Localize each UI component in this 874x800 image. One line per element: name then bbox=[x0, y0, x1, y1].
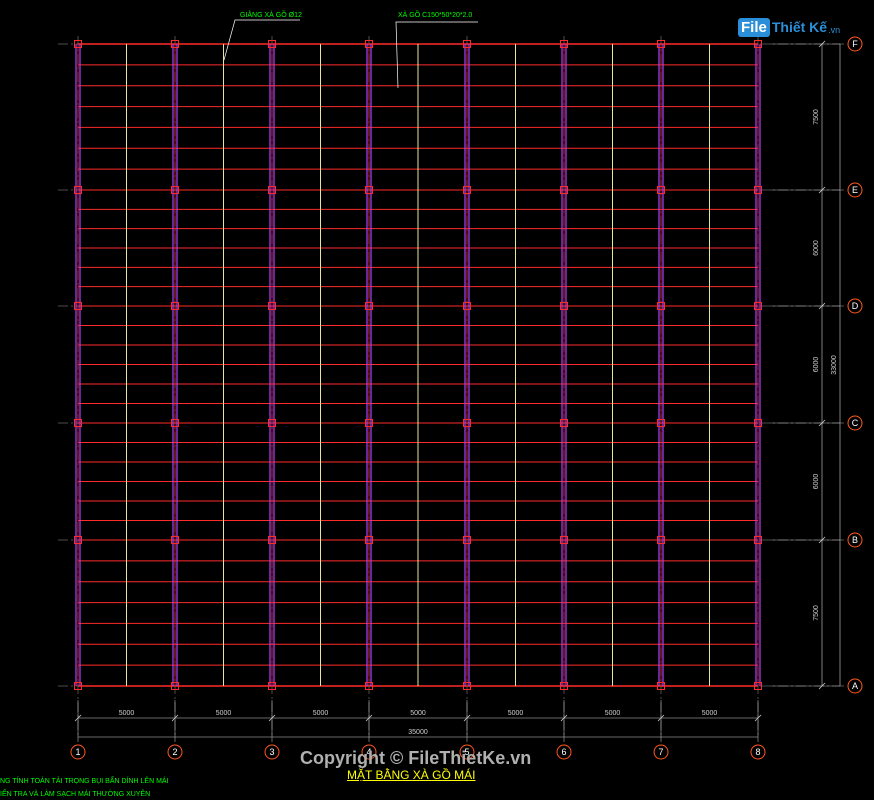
axis-label-3: 3 bbox=[269, 747, 274, 757]
axis-label-C: C bbox=[852, 418, 859, 428]
roof-purlin-plan: 5000 5000 5000 5000 5000 5000 5000 35000 7500 600… bbox=[58, 9, 863, 760]
dim-text-y-5: 7500 bbox=[813, 605, 820, 621]
dim-total-x: 35000 bbox=[408, 729, 428, 736]
dim-text-x-6: 5000 bbox=[605, 710, 621, 717]
dim-text-x-3: 5000 bbox=[313, 710, 329, 717]
axis-label-E: E bbox=[852, 185, 858, 195]
axis-label-A: A bbox=[852, 681, 858, 691]
bracing-leader bbox=[223, 19, 300, 61]
bracing-label: GIẰNG XÀ GỒ Ø12 bbox=[240, 9, 302, 19]
dim-text-x-1: 5000 bbox=[119, 710, 135, 717]
drawing-title: MẶT BẰNG XÀ GỒ MÁI bbox=[347, 768, 476, 782]
axis-bubbles: 1 2 3 4 5 6 7 8FEDCBA bbox=[70, 36, 863, 760]
filethietke-logo: File Thiết Kế .vn bbox=[738, 14, 848, 40]
axis-label-F: F bbox=[852, 39, 858, 49]
axis-label-1: 1 bbox=[75, 747, 80, 757]
dim-text-x-5: 5000 bbox=[508, 710, 524, 717]
copyright-watermark: Copyright © FileThietKe.vn bbox=[300, 748, 532, 768]
axis-label-D: D bbox=[852, 301, 859, 311]
note-line-1: NG TÍNH TOÁN TẢI TRỌNG BỤI BẨN DÍNH LÊN … bbox=[0, 778, 169, 785]
axis-label-B: B bbox=[852, 535, 858, 545]
dim-text-y-1: 7500 bbox=[813, 109, 820, 125]
dim-text-y-3: 6000 bbox=[813, 357, 820, 373]
purlin-label: XÀ GỒ C150*50*20*2.0 bbox=[398, 9, 472, 19]
axis-label-2: 2 bbox=[172, 747, 177, 757]
dim-total-y: 33000 bbox=[831, 355, 838, 375]
axis-label-6: 6 bbox=[561, 747, 566, 757]
axis-label-8: 8 bbox=[755, 747, 760, 757]
dim-text-y-4: 6000 bbox=[813, 474, 820, 490]
logo-part-domain: .vn bbox=[828, 25, 841, 35]
dim-text-y-2: 6000 bbox=[813, 240, 820, 256]
logo-part-thietke: Thiết Kế bbox=[771, 19, 828, 35]
purlin-leader bbox=[395, 21, 478, 89]
dim-text-x-2: 5000 bbox=[216, 710, 232, 717]
dim-text-x-7: 5000 bbox=[702, 710, 718, 717]
dim-text-x-4: 5000 bbox=[410, 710, 426, 717]
dimensions: 5000 5000 5000 5000 5000 5000 5000 35000 7500 600… bbox=[74, 40, 844, 742]
note-line-2: IỂN TRA VÀ LÀM SẠCH MÁI THƯỜNG XUYÊN bbox=[0, 791, 151, 798]
logo-part-file: File bbox=[738, 17, 770, 37]
axis-label-7: 7 bbox=[658, 747, 663, 757]
